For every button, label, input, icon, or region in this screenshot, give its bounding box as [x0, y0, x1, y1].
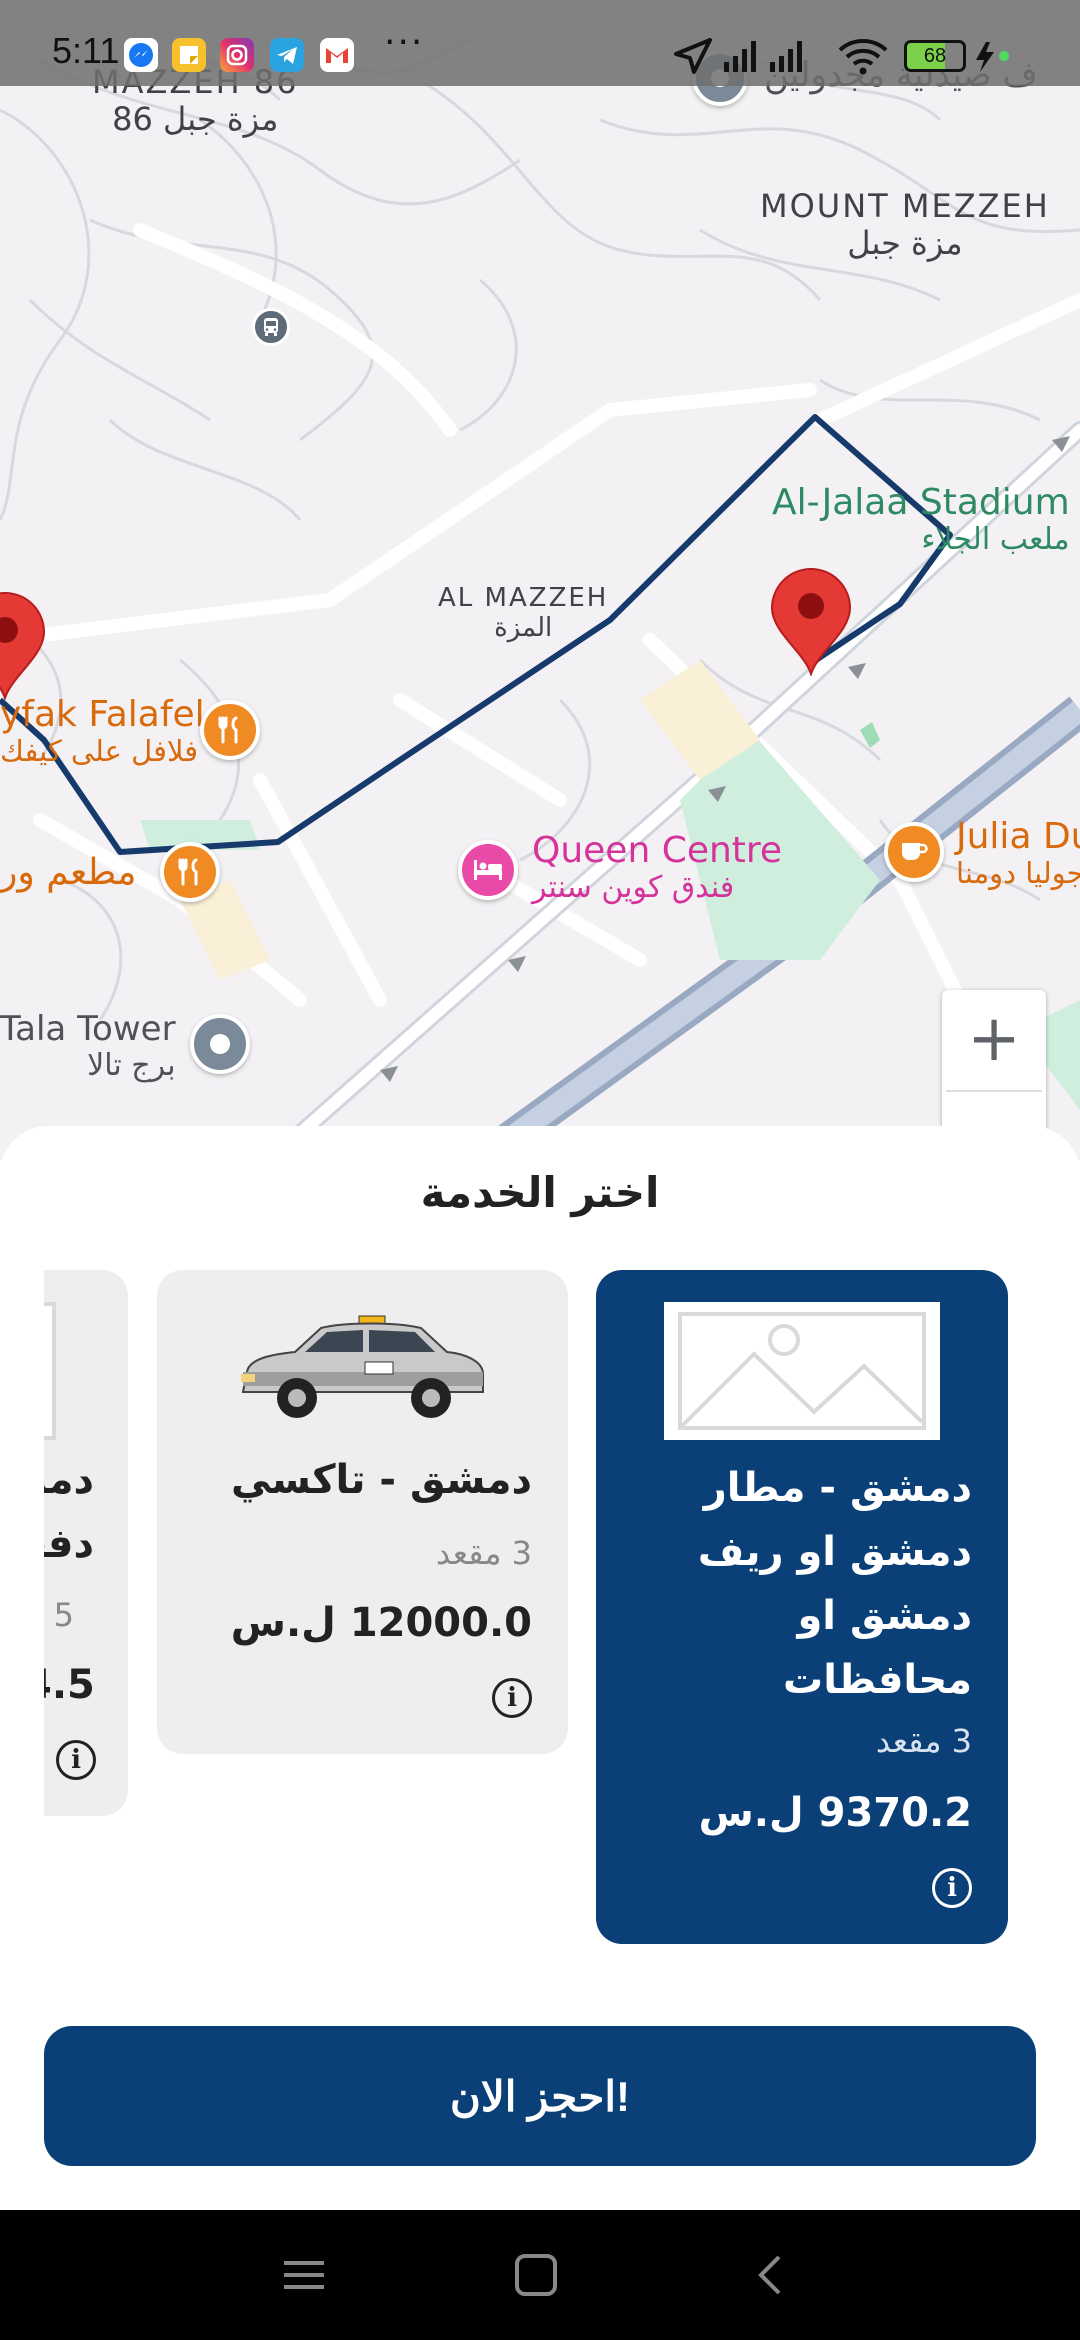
- service-price: 12000.0 ل.س: [230, 1600, 532, 1646]
- taxi-car-icon: [241, 1315, 484, 1418]
- map-label-al-mazzeh: AL MAZZEH المزة: [438, 583, 609, 643]
- home-nav-icon[interactable]: [476, 2210, 596, 2340]
- map-base: [0, 28, 1080, 1160]
- map-label-falafel: yfak Falafel فلافل على كيفك: [0, 694, 205, 769]
- navigation-bar: [0, 2210, 1080, 2340]
- service-name: دمشق دفعة: [44, 1457, 94, 1567]
- wifi-icon: [838, 39, 888, 75]
- placeholder-image-icon: [44, 1302, 56, 1440]
- info-icon[interactable]: i: [492, 1678, 532, 1718]
- map-view[interactable]: MAZZEH 86 مزة جبل 86 MOUNT MEZZEH مزة جب…: [0, 0, 1080, 1160]
- battery-icon: 68: [904, 40, 966, 72]
- service-card-airport[interactable]: دمشق - مطار دمشق او ريف دمشق او محافظات …: [596, 1270, 1008, 1944]
- status-time: 5:11: [52, 30, 120, 71]
- destination-marker-icon[interactable]: [768, 566, 854, 676]
- restaurant-poi-icon[interactable]: [160, 842, 220, 902]
- service-card-partial[interactable]: دمشق دفعة 5 مقعد 4.5 i: [44, 1270, 128, 1816]
- map-label-restaurant: مطعم ور: [0, 852, 137, 893]
- cafe-poi-icon[interactable]: [884, 822, 944, 882]
- placeholder-image-icon: [664, 1302, 940, 1440]
- gmail-icon: [320, 38, 354, 72]
- service-name: دمشق - مطار دمشق او ريف دمشق او محافظات: [697, 1465, 972, 1703]
- instagram-icon: [220, 38, 254, 72]
- battery-level: 68: [923, 45, 947, 67]
- zoom-in-button[interactable]: +: [942, 990, 1046, 1088]
- info-icon[interactable]: i: [56, 1740, 96, 1780]
- location-arrow-icon: [674, 38, 712, 74]
- messenger-icon: [124, 38, 158, 72]
- service-seats: 5 مقعد: [44, 1596, 74, 1634]
- map-label-stadium: Al-Jalaa Stadium ملعب الجلاء: [772, 482, 1070, 558]
- service-card-taxi[interactable]: دمشق - تاكسي 3 مقعد 12000.0 ل.س i: [157, 1270, 568, 1754]
- origin-marker-icon[interactable]: [0, 590, 48, 700]
- service-seats: 3 مقعد: [875, 1722, 972, 1760]
- status-bar: 5:11 ··· 68: [0, 0, 1080, 86]
- map-label-queen-centre: Queen Centre فندق كوين سنتر: [532, 830, 783, 906]
- sheet-title: اختر الخدمة: [420, 1168, 660, 1217]
- more-notifications-icon: ···: [384, 22, 425, 63]
- hotel-poi-icon[interactable]: [458, 840, 518, 900]
- screen: MAZZEH 86 مزة جبل 86 MOUNT MEZZEH مزة جب…: [0, 0, 1080, 2340]
- place-poi-icon[interactable]: [190, 1014, 250, 1074]
- notes-icon: [172, 38, 206, 72]
- book-now-button[interactable]: احجز الان!: [44, 2026, 1036, 2166]
- bus-stop-icon[interactable]: [252, 308, 290, 346]
- service-name: دمشق - تاكسي: [231, 1457, 532, 1503]
- service-price: 9370.2 ل.س: [698, 1790, 972, 1836]
- map-label-julia: Julia Du جوليا دومنا: [956, 816, 1080, 891]
- telegram-icon: [270, 38, 304, 72]
- map-label-tala-tower: Tala Tower برج تالا: [0, 1009, 176, 1084]
- signal-icon: [724, 41, 802, 72]
- info-icon[interactable]: i: [932, 1868, 972, 1908]
- service-seats: 3 مقعد: [435, 1534, 532, 1572]
- restaurant-poi-icon[interactable]: [200, 700, 260, 760]
- menu-nav-icon[interactable]: [244, 2210, 364, 2340]
- charging-icon: [976, 42, 1009, 72]
- zoom-divider: [946, 1090, 1042, 1092]
- map-label-mount-mezzeh: MOUNT MEZZEH مزة جبل: [760, 187, 1050, 262]
- back-nav-icon[interactable]: [710, 2210, 830, 2340]
- service-price: 4.5: [44, 1662, 95, 1708]
